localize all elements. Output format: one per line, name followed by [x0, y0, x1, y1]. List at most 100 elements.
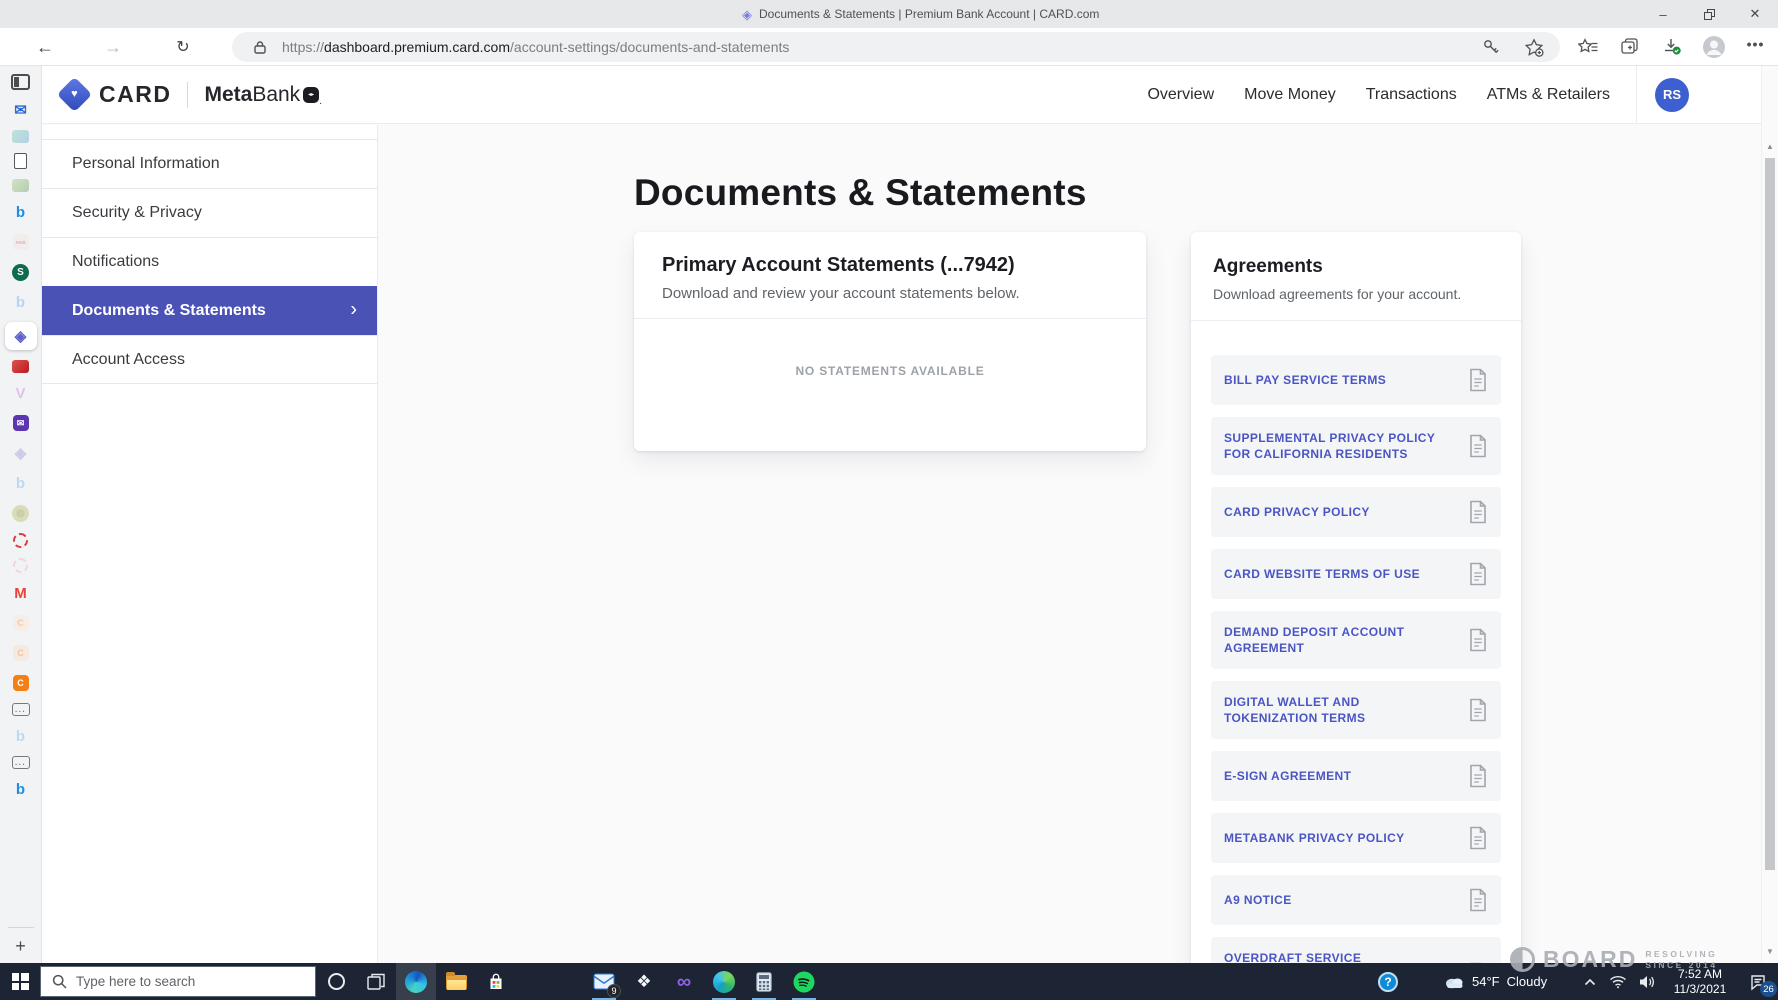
loop-app-button[interactable]: ∞ — [664, 963, 704, 1000]
tab-bing-faded-3[interactable]: b — [6, 726, 36, 746]
tab-dashed-pink[interactable] — [13, 558, 28, 573]
agreement-link[interactable]: SUPPLEMENTAL PRIVACY POLICY FOR CALIFORN… — [1224, 430, 1446, 462]
top-nav-item[interactable]: Transactions — [1366, 86, 1457, 104]
agreement-row[interactable]: METABANK PRIVACY POLICY — [1211, 813, 1501, 863]
tray-overflow-button[interactable] — [1578, 963, 1602, 1000]
top-nav-item[interactable]: Overview — [1147, 86, 1214, 104]
search-input[interactable] — [76, 974, 296, 989]
tab-card-reader-2[interactable] — [12, 756, 30, 769]
address-bar[interactable]: https://dashboard.premium.card.com/accou… — [232, 32, 1560, 62]
tab-bing-2[interactable]: b — [6, 779, 36, 799]
agreement-row[interactable]: DEMAND DEPOSIT ACCOUNT AGREEMENT — [1211, 611, 1501, 669]
tab-card-faded[interactable]: ◈ — [6, 443, 36, 463]
settings-menu-icon[interactable]: ••• — [1743, 31, 1768, 56]
minimize-button[interactable]: – — [1640, 0, 1686, 28]
document-icon — [1468, 888, 1488, 912]
sidebar-item[interactable]: Notifications › — [42, 237, 377, 286]
agreement-row[interactable]: A9 NOTICE — [1211, 875, 1501, 925]
edge-taskbar-button[interactable] — [396, 963, 436, 1000]
agreement-row[interactable]: E-SIGN AGREEMENT — [1211, 751, 1501, 801]
taskbar-search[interactable] — [40, 966, 316, 997]
restore-button[interactable] — [1686, 0, 1732, 28]
vertical-tabs-toggle[interactable] — [11, 74, 30, 90]
collections-icon[interactable] — [1617, 34, 1642, 59]
page-scrollbar[interactable]: ▲ ▼ — [1761, 66, 1778, 963]
agreement-link[interactable]: DIGITAL WALLET AND TOKENIZATION TERMS — [1224, 694, 1446, 726]
file-explorer-button[interactable] — [436, 963, 476, 1000]
scroll-down-arrow-icon[interactable]: ▼ — [1762, 947, 1778, 957]
tab-c-orange-faded-2[interactable]: C — [6, 643, 36, 663]
agreement-link[interactable]: DEMAND DEPOSIT ACCOUNT AGREEMENT — [1224, 624, 1446, 656]
tab-bing-faded[interactable]: b — [6, 292, 36, 312]
tab-mail-blue[interactable]: ✉ — [6, 100, 36, 120]
tab-v-colorful[interactable]: V — [6, 383, 36, 403]
network-tray-button[interactable] — [1604, 963, 1632, 1000]
new-tab-button[interactable]: + — [15, 937, 26, 955]
agreement-link[interactable]: E-SIGN AGREEMENT — [1224, 768, 1351, 784]
tab-globe-olive[interactable]: ◍ — [6, 503, 36, 523]
downloads-icon[interactable] — [1659, 34, 1684, 59]
scroll-up-arrow-icon[interactable]: ▲ — [1762, 142, 1778, 152]
agreement-row[interactable]: OVERDRAFT SERVICE PROTECTION ACCOUNT AGR… — [1211, 937, 1501, 963]
forward-button[interactable]: → — [100, 34, 126, 60]
agreement-row[interactable]: CARD WEBSITE TERMS OF USE — [1211, 549, 1501, 599]
tab-bing[interactable]: b — [6, 202, 36, 222]
action-center-button[interactable]: 26 — [1738, 963, 1778, 1000]
tab-shop-red[interactable] — [12, 360, 29, 373]
agreement-row[interactable]: SUPPLEMENTAL PRIVACY POLICY FOR CALIFORN… — [1211, 417, 1501, 475]
agreement-row[interactable]: CARD PRIVACY POLICY — [1211, 487, 1501, 537]
start-button[interactable] — [0, 963, 40, 1000]
agreement-link[interactable]: OVERDRAFT SERVICE PROTECTION ACCOUNT AGR… — [1224, 950, 1446, 963]
task-view-button[interactable] — [356, 963, 396, 1000]
add-favorite-icon[interactable] — [1521, 35, 1546, 60]
password-key-icon[interactable] — [1478, 35, 1503, 60]
agreement-link[interactable]: CARD PRIVACY POLICY — [1224, 504, 1370, 520]
cortana-button[interactable] — [316, 963, 356, 1000]
browser-profile-icon[interactable] — [1701, 34, 1726, 59]
agreement-link[interactable]: BILL PAY SERVICE TERMS — [1224, 372, 1386, 388]
tab-dashed-red[interactable] — [13, 533, 28, 548]
agreement-link[interactable]: A9 NOTICE — [1224, 892, 1292, 908]
get-help-tray-button[interactable]: ? — [1368, 963, 1408, 1000]
browser-tab[interactable]: ◈ Documents & Statements | Premium Bank … — [742, 0, 1099, 28]
card-logo[interactable]: ♥ CARD MetaBank◂▸. — [58, 81, 322, 108]
user-avatar[interactable]: RS — [1655, 78, 1689, 112]
weather-widget[interactable]: 54°F Cloudy — [1443, 963, 1547, 1000]
scrollbar-thumb[interactable] — [1765, 158, 1775, 870]
agreement-link[interactable]: METABANK PRIVACY POLICY — [1224, 830, 1405, 846]
tab-gmail[interactable]: M — [6, 583, 36, 603]
agreement-row[interactable]: DIGITAL WALLET AND TOKENIZATION TERMS — [1211, 681, 1501, 739]
tab-c-orange-faded[interactable]: C — [6, 613, 36, 633]
spotify-button[interactable] — [784, 963, 824, 1000]
tab-photo-site[interactable] — [12, 179, 29, 192]
tab-document[interactable] — [14, 153, 27, 169]
top-nav-item[interactable]: ATMs & Retailers — [1487, 86, 1610, 104]
tab-mail-purple[interactable]: ✉ — [6, 413, 36, 433]
taskbar-clock[interactable]: 7:52 AM 11/3/2021 — [1664, 967, 1736, 997]
agreement-link[interactable]: CARD WEBSITE TERMS OF USE — [1224, 566, 1420, 582]
tab-card-reader[interactable] — [12, 703, 30, 716]
agreement-row[interactable]: BILL PAY SERVICE TERMS — [1211, 355, 1501, 405]
back-button[interactable]: ← — [32, 34, 58, 60]
volume-tray-button[interactable] — [1634, 963, 1662, 1000]
favorites-icon[interactable] — [1575, 34, 1600, 59]
sidebar-item[interactable]: Documents & Statements › — [42, 286, 377, 335]
tab-c-orange[interactable]: C — [6, 673, 36, 693]
tab-bing-faded-2[interactable]: b — [6, 473, 36, 493]
sidebar-item[interactable]: Security & Privacy › — [42, 188, 377, 237]
refresh-button[interactable]: ↻ — [170, 34, 196, 60]
close-button[interactable]: ✕ — [1732, 0, 1778, 28]
tab-avis[interactable]: AVIS — [6, 232, 36, 252]
calculator-button[interactable] — [744, 963, 784, 1000]
tab-card-active[interactable]: ◈ — [5, 322, 37, 350]
top-nav-item[interactable]: Move Money — [1244, 86, 1336, 104]
sidebar-item[interactable]: Personal Information › — [42, 139, 377, 188]
mail-button[interactable]: 9 — [584, 963, 624, 1000]
lock-icon[interactable] — [254, 40, 266, 54]
tab-travel-site[interactable] — [12, 130, 29, 143]
sidebar-item[interactable]: Account Access › — [42, 335, 377, 384]
tab-starbucks[interactable]: S — [6, 262, 36, 282]
dropbox-button[interactable]: ❖ — [624, 963, 664, 1000]
edge-beta-button[interactable] — [704, 963, 744, 1000]
store-button[interactable] — [476, 963, 516, 1000]
